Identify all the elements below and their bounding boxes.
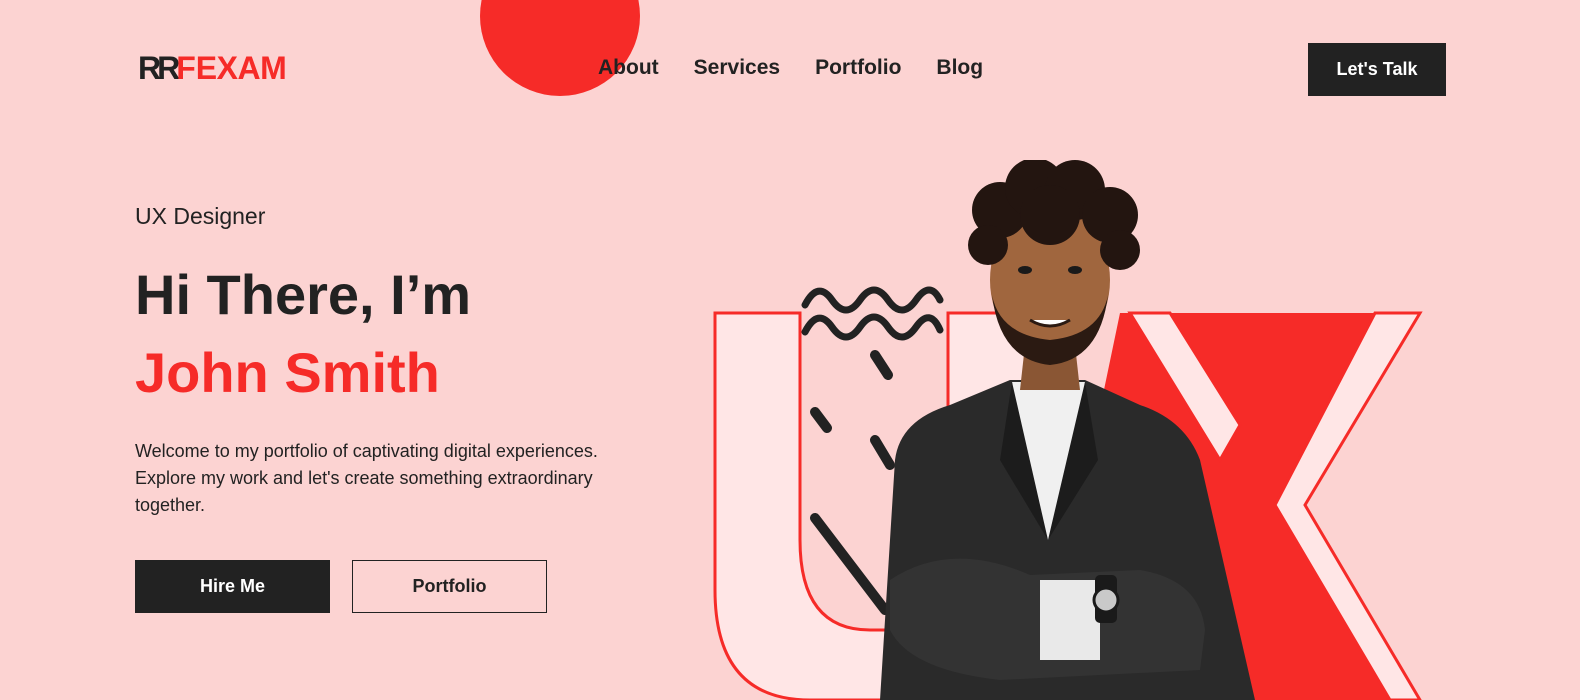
- decorative-dash: [870, 350, 893, 380]
- logo-mark: RRF: [138, 50, 196, 86]
- logo[interactable]: RRF EXAM: [138, 50, 287, 86]
- name-heading: John Smith: [135, 341, 440, 404]
- role-label: UX Designer: [135, 203, 266, 229]
- decorative-dash: [810, 513, 890, 615]
- decorative-dash: [810, 407, 832, 433]
- hero-actions: Hire Me Portfolio: [135, 560, 547, 613]
- logo-name: EXAM: [195, 50, 287, 86]
- portfolio-button[interactable]: Portfolio: [352, 560, 547, 613]
- nav-services[interactable]: Services: [694, 54, 780, 82]
- hire-me-button[interactable]: Hire Me: [135, 560, 330, 613]
- main-nav: About Services Portfolio Blog: [598, 54, 983, 82]
- intro-paragraph: Welcome to my portfolio of captivating d…: [135, 441, 598, 515]
- hero-text: UX Designer Hi There, I’m John Smith Wel…: [135, 200, 655, 537]
- hero-illustration: [713, 160, 1423, 700]
- wave-squiggle-icon-2: [801, 313, 944, 341]
- nav-portfolio[interactable]: Portfolio: [815, 54, 901, 82]
- lets-talk-button[interactable]: Let's Talk: [1308, 43, 1446, 96]
- decorative-dash: [870, 435, 895, 470]
- greeting-heading: Hi There, I’m: [135, 263, 472, 326]
- wave-squiggle-icon: [801, 286, 944, 314]
- nav-blog[interactable]: Blog: [936, 54, 983, 82]
- site-header: RRF EXAM About Services Portfolio Blog Le…: [0, 0, 1580, 140]
- nav-about[interactable]: About: [598, 54, 659, 82]
